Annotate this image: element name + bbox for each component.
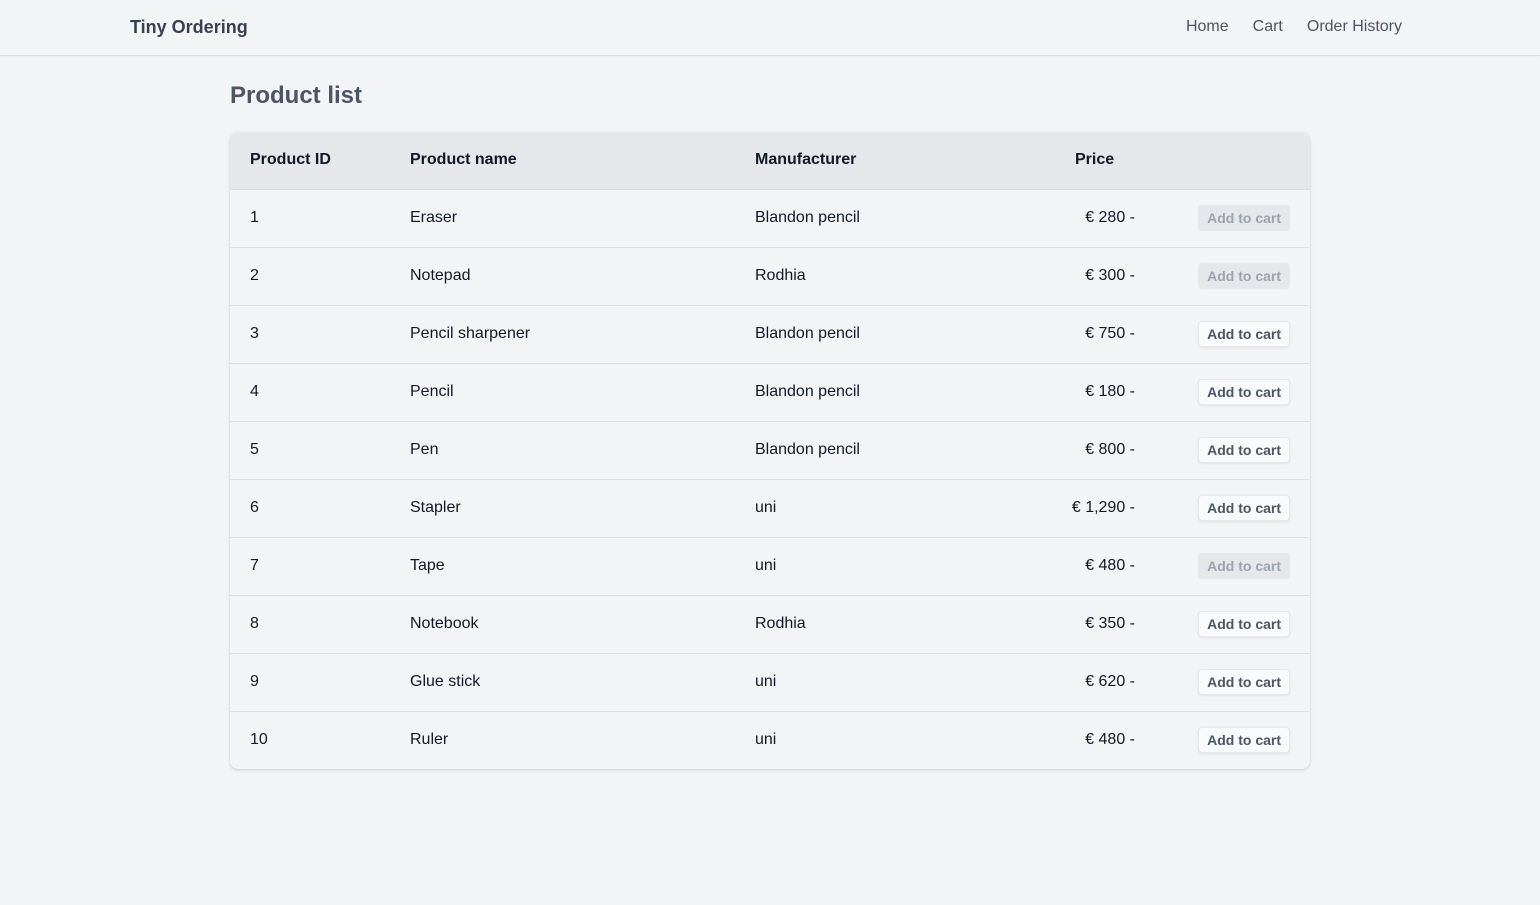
manufacturer-cell: uni [755, 731, 777, 749]
price-cell: € 620 - [1085, 673, 1135, 690]
action-cell: Add to cart [1175, 711, 1310, 769]
price-cell: € 800 - [1085, 441, 1135, 458]
manufacturer-cell: Blandon pencil [755, 325, 860, 342]
table-row: 1 Eraser Blandon pencil € 280 - Add to cart [230, 189, 1310, 247]
add-to-cart-button: Add to cart [1198, 263, 1290, 289]
table-row: 5 Pen Blandon pencil € 800 - Add to cart [230, 421, 1310, 479]
header-action [1175, 132, 1310, 189]
navbar: Tiny Ordering Home Cart Order History [0, 0, 1540, 56]
price-cell: € 480 - [1085, 557, 1135, 574]
product-id-cell: 3 [250, 325, 259, 342]
product-table-header: Product ID Product name Manufacturer Pri… [230, 132, 1310, 189]
product-id-cell: 5 [250, 441, 259, 458]
product-table-card: Product ID Product name Manufacturer Pri… [230, 132, 1310, 769]
action-cell: Add to cart [1175, 595, 1310, 653]
nav-link-home[interactable]: Home [1186, 18, 1229, 36]
manufacturer-cell: uni [755, 557, 777, 574]
product-id-cell: 4 [250, 383, 259, 400]
header-product-name: Product name [410, 151, 517, 169]
nav-link-order-history[interactable]: Order History [1307, 18, 1402, 36]
product-name-cell: Pen [410, 441, 439, 458]
product-name-cell: Notepad [410, 267, 471, 284]
price-cell: € 480 - [1085, 731, 1135, 749]
manufacturer-cell: Blandon pencil [755, 383, 860, 400]
action-cell: Add to cart [1175, 653, 1310, 711]
price-cell: € 180 - [1085, 383, 1135, 400]
action-cell: Add to cart [1175, 537, 1310, 595]
product-id-cell: 2 [250, 267, 259, 284]
action-cell: Add to cart [1175, 479, 1310, 537]
product-table: Product ID Product name Manufacturer Pri… [230, 132, 1310, 769]
product-name-cell: Stapler [410, 499, 461, 516]
header-manufacturer: Manufacturer [755, 151, 857, 169]
add-to-cart-button[interactable]: Add to cart [1198, 727, 1290, 754]
header-row: Product ID Product name Manufacturer Pri… [230, 132, 1310, 189]
manufacturer-cell: uni [755, 499, 777, 516]
add-to-cart-button[interactable]: Add to cart [1198, 437, 1290, 463]
table-row: 6 Stapler uni € 1,290 - Add to cart [230, 479, 1310, 537]
action-cell: Add to cart [1175, 421, 1310, 479]
product-name-cell: Eraser [410, 209, 458, 226]
add-to-cart-button[interactable]: Add to cart [1198, 379, 1290, 405]
product-id-cell: 7 [250, 557, 259, 574]
manufacturer-cell: Rodhia [755, 615, 806, 632]
product-id-cell: 9 [250, 673, 259, 690]
table-row: 9 Glue stick uni € 620 - Add to cart [230, 653, 1310, 711]
add-to-cart-button: Add to cart [1198, 205, 1290, 231]
table-row: 8 Notebook Rodhia € 350 - Add to cart [230, 595, 1310, 653]
product-name-cell: Ruler [410, 731, 449, 749]
brand-link[interactable]: Tiny Ordering [130, 17, 248, 38]
manufacturer-cell: Rodhia [755, 267, 806, 284]
product-id-cell: 8 [250, 615, 259, 632]
header-price: Price [1075, 151, 1115, 169]
table-row: 2 Notepad Rodhia € 300 - Add to cart [230, 247, 1310, 305]
add-to-cart-button[interactable]: Add to cart [1198, 495, 1290, 521]
add-to-cart-button[interactable]: Add to cart [1198, 611, 1290, 637]
action-cell: Add to cart [1175, 247, 1310, 305]
page-title: Product list [230, 82, 363, 109]
action-cell: Add to cart [1175, 305, 1310, 363]
table-row: 3 Pencil sharpener Blandon pencil € 750 - Ad… [230, 305, 1310, 363]
price-cell: € 280 - [1085, 209, 1135, 226]
product-name-cell: Pencil [410, 383, 454, 400]
product-name-cell: Pencil sharpener [410, 325, 531, 342]
nav-links: Home Cart Order History [1186, 18, 1402, 36]
add-to-cart-button[interactable]: Add to cart [1198, 321, 1290, 347]
add-to-cart-button: Add to cart [1198, 553, 1290, 579]
table-row: 10 Ruler uni € 480 - Add to cart [230, 711, 1310, 769]
nav-link-cart[interactable]: Cart [1253, 18, 1283, 36]
action-cell: Add to cart [1175, 189, 1310, 247]
price-cell: € 1,290 - [1071, 499, 1135, 516]
table-row: 7 Tape uni € 480 - Add to cart [230, 537, 1310, 595]
header-product-id: Product ID [250, 151, 331, 169]
product-name-cell: Notebook [410, 615, 479, 632]
product-id-cell: 1 [250, 209, 259, 226]
price-cell: € 750 - [1085, 325, 1135, 342]
add-to-cart-button[interactable]: Add to cart [1198, 669, 1290, 695]
price-cell: € 350 - [1085, 615, 1135, 632]
manufacturer-cell: Blandon pencil [755, 209, 860, 226]
product-id-cell: 10 [250, 731, 268, 749]
product-name-cell: Tape [410, 557, 445, 574]
product-id-cell: 6 [250, 499, 259, 516]
manufacturer-cell: uni [755, 673, 777, 690]
action-cell: Add to cart [1175, 363, 1310, 421]
product-name-cell: Glue stick [410, 673, 481, 690]
manufacturer-cell: Blandon pencil [755, 441, 860, 458]
product-table-body: 1 Eraser Blandon pencil € 280 - Add to cart 2… [230, 189, 1310, 769]
price-cell: € 300 - [1085, 267, 1135, 284]
table-row: 4 Pencil Blandon pencil € 180 - Add to cart [230, 363, 1310, 421]
